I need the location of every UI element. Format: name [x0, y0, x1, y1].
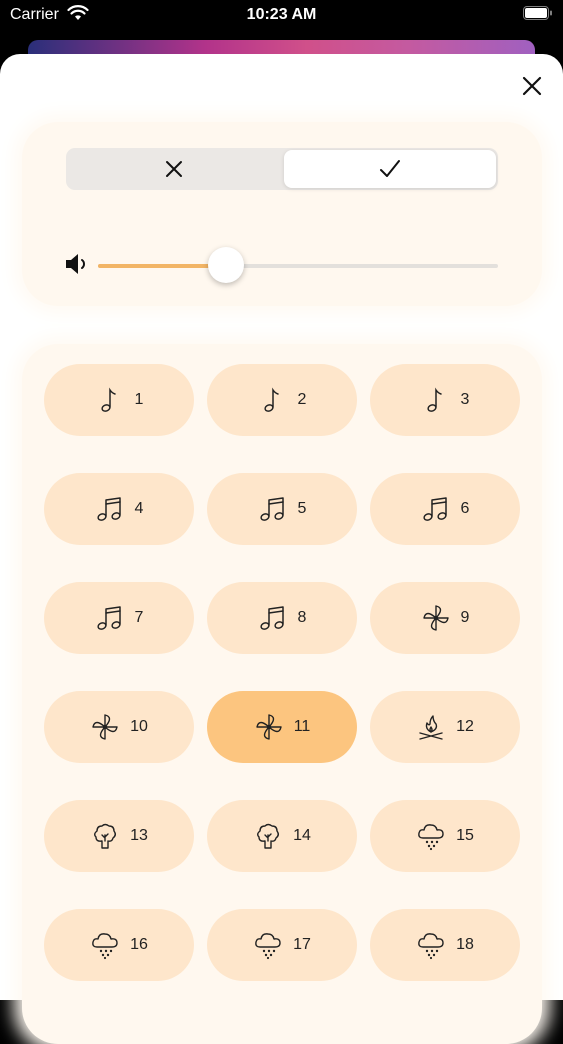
- fan-icon: [422, 605, 449, 631]
- sound-button-9[interactable]: 9: [370, 582, 520, 654]
- sound-button-label: 8: [297, 609, 307, 626]
- double-music-note-icon: [259, 497, 284, 521]
- fan-icon: [255, 714, 282, 740]
- sound-grid-card: 1 2 3 4 5 6 7 8 9 10 11 12 13 14 15 16 17 18: [22, 344, 542, 1044]
- volume-slider-knob[interactable]: [208, 247, 244, 283]
- x-icon: [166, 161, 182, 177]
- sound-button-4[interactable]: 4: [44, 473, 194, 545]
- sound-button-label: 2: [297, 391, 307, 408]
- tree-icon: [257, 823, 280, 849]
- sound-button-label: 5: [297, 500, 307, 517]
- sound-button-label: 10: [130, 718, 148, 735]
- sound-button-label: 7: [134, 609, 144, 626]
- sound-settings-sheet: 1 2 3 4 5 6 7 8 9 10 11 12 13 14 15 16 17 18: [0, 54, 563, 1044]
- double-music-note-icon: [259, 606, 284, 630]
- sound-button-label: 12: [456, 718, 474, 735]
- music-note-icon: [100, 387, 116, 412]
- double-music-note-icon: [96, 606, 121, 630]
- sound-button-label: 3: [460, 391, 470, 408]
- sound-button-14[interactable]: 14: [207, 800, 357, 872]
- campfire-icon: [419, 715, 443, 740]
- checkmark-icon: [380, 160, 400, 177]
- battery-icon: [523, 6, 553, 20]
- music-note-icon: [263, 387, 279, 412]
- sound-button-label: 6: [460, 500, 470, 517]
- sound-button-1[interactable]: 1: [44, 364, 194, 436]
- sound-button-15[interactable]: 15: [370, 800, 520, 872]
- volume-slider[interactable]: [98, 247, 498, 283]
- sound-button-16[interactable]: 16: [44, 909, 194, 981]
- sound-button-17[interactable]: 17: [207, 909, 357, 981]
- sound-button-label: 15: [456, 827, 474, 844]
- status-bar: Carrier 10:23 AM: [0, 0, 563, 34]
- close-button[interactable]: [516, 70, 548, 102]
- sound-button-18[interactable]: 18: [370, 909, 520, 981]
- rain-cloud-icon: [92, 933, 118, 960]
- double-music-note-icon: [422, 497, 447, 521]
- sound-button-label: 4: [134, 500, 144, 517]
- tree-icon: [94, 823, 117, 849]
- sound-button-label: 1: [134, 391, 144, 408]
- close-icon: [522, 76, 542, 96]
- playback-controls-card: [22, 122, 542, 306]
- segment-off[interactable]: [68, 150, 280, 188]
- fan-icon: [92, 714, 118, 740]
- sound-button-11[interactable]: 11: [207, 691, 357, 763]
- status-time: 10:23 AM: [246, 6, 317, 23]
- sound-button-8[interactable]: 8: [207, 582, 357, 654]
- sound-button-13[interactable]: 13: [44, 800, 194, 872]
- sound-button-12[interactable]: 12: [370, 691, 520, 763]
- sound-button-label: 13: [130, 827, 148, 844]
- music-note-icon: [426, 387, 442, 412]
- sound-button-label: 18: [456, 936, 474, 953]
- sound-button-label: 14: [293, 827, 311, 844]
- segment-on[interactable]: [284, 150, 496, 188]
- sound-button-6[interactable]: 6: [370, 473, 520, 545]
- sound-button-2[interactable]: 2: [207, 364, 357, 436]
- sound-button-label: 11: [293, 718, 311, 735]
- sound-button-label: 16: [130, 936, 148, 953]
- sound-button-7[interactable]: 7: [44, 582, 194, 654]
- double-music-note-icon: [96, 497, 121, 521]
- volume-slider-fill: [98, 264, 226, 268]
- sound-button-label: 17: [293, 936, 311, 953]
- rain-cloud-icon: [418, 824, 444, 851]
- speaker-icon: [66, 254, 85, 274]
- rain-cloud-icon: [255, 933, 281, 960]
- mode-segmented-control: [66, 148, 498, 190]
- sound-button-3[interactable]: 3: [370, 364, 520, 436]
- sound-button-10[interactable]: 10: [44, 691, 194, 763]
- sound-button-5[interactable]: 5: [207, 473, 357, 545]
- sound-button-label: 9: [460, 609, 470, 626]
- rain-cloud-icon: [418, 933, 444, 960]
